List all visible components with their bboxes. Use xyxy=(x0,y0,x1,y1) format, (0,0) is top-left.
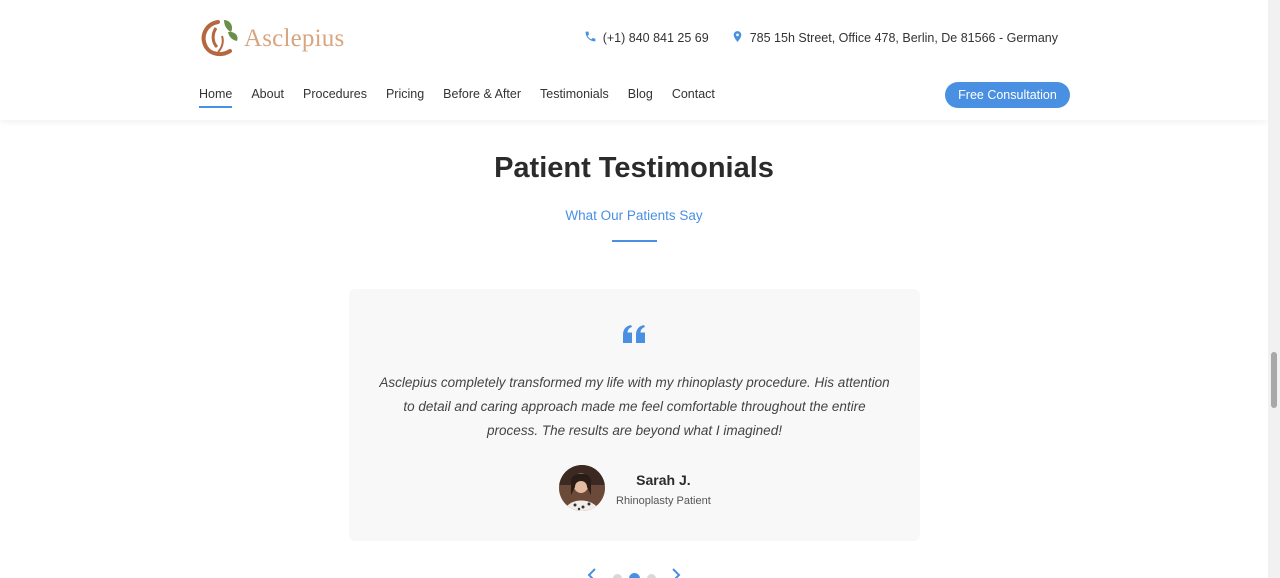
quote-icon xyxy=(349,325,920,348)
logo[interactable]: Asclepius xyxy=(198,14,344,63)
nav-item-blog[interactable]: Blog xyxy=(628,87,653,108)
avatar xyxy=(559,465,605,511)
nav-item-before-after[interactable]: Before & After xyxy=(443,87,521,108)
testimonial-carousel-controls xyxy=(587,568,683,578)
contact-info: (+1) 840 841 25 69 785 15h Street, Offic… xyxy=(562,30,1058,46)
free-consultation-button[interactable]: Free Consultation xyxy=(945,82,1070,108)
section-title: Patient Testimonials xyxy=(494,152,774,184)
author-role: Rhinoplasty Patient xyxy=(616,494,711,507)
carousel-dot-active[interactable] xyxy=(629,573,640,578)
author-name: Sarah J. xyxy=(636,471,691,488)
chevron-right-icon[interactable] xyxy=(671,568,681,578)
testimonial-quote: Asclepius completely transformed my life… xyxy=(379,375,890,438)
testimonial-author: Sarah J. Rhinoplasty Patient xyxy=(559,465,711,511)
author-info: Sarah J. Rhinoplasty Patient xyxy=(616,470,711,507)
site-header: Asclepius (+1) 840 841 25 69 785 15h Str… xyxy=(0,0,1268,120)
main-nav: Home About Procedures Pricing Before & A… xyxy=(199,87,734,108)
logo-text: Asclepius xyxy=(244,24,345,52)
nav-item-about[interactable]: About xyxy=(251,87,284,108)
section-divider xyxy=(612,240,657,242)
carousel-dot[interactable] xyxy=(647,574,656,578)
location-pin-icon xyxy=(731,30,750,46)
nav-item-home[interactable]: Home xyxy=(199,87,233,108)
chevron-left-icon[interactable] xyxy=(587,568,597,578)
scrollbar[interactable] xyxy=(1268,0,1280,578)
section-subtitle: What Our Patients Say xyxy=(565,208,703,223)
nav-item-testimonials[interactable]: Testimonials xyxy=(540,87,609,108)
scrollbar-thumb[interactable] xyxy=(1271,352,1277,408)
phone-icon xyxy=(584,30,603,46)
testimonial-card: Asclepius completely transformed my life… xyxy=(349,289,920,541)
address-contact: 785 15h Street, Office 478, Berlin, De 8… xyxy=(731,30,1058,46)
nav-item-pricing[interactable]: Pricing xyxy=(386,87,424,108)
logo-icon xyxy=(198,14,242,63)
carousel-dot[interactable] xyxy=(613,574,622,578)
phone-contact[interactable]: (+1) 840 841 25 69 xyxy=(584,30,709,46)
address-text: 785 15h Street, Office 478, Berlin, De 8… xyxy=(749,31,1058,45)
phone-number: (+1) 840 841 25 69 xyxy=(602,31,709,45)
nav-item-procedures[interactable]: Procedures xyxy=(303,87,367,108)
nav-item-contact[interactable]: Contact xyxy=(672,87,715,108)
